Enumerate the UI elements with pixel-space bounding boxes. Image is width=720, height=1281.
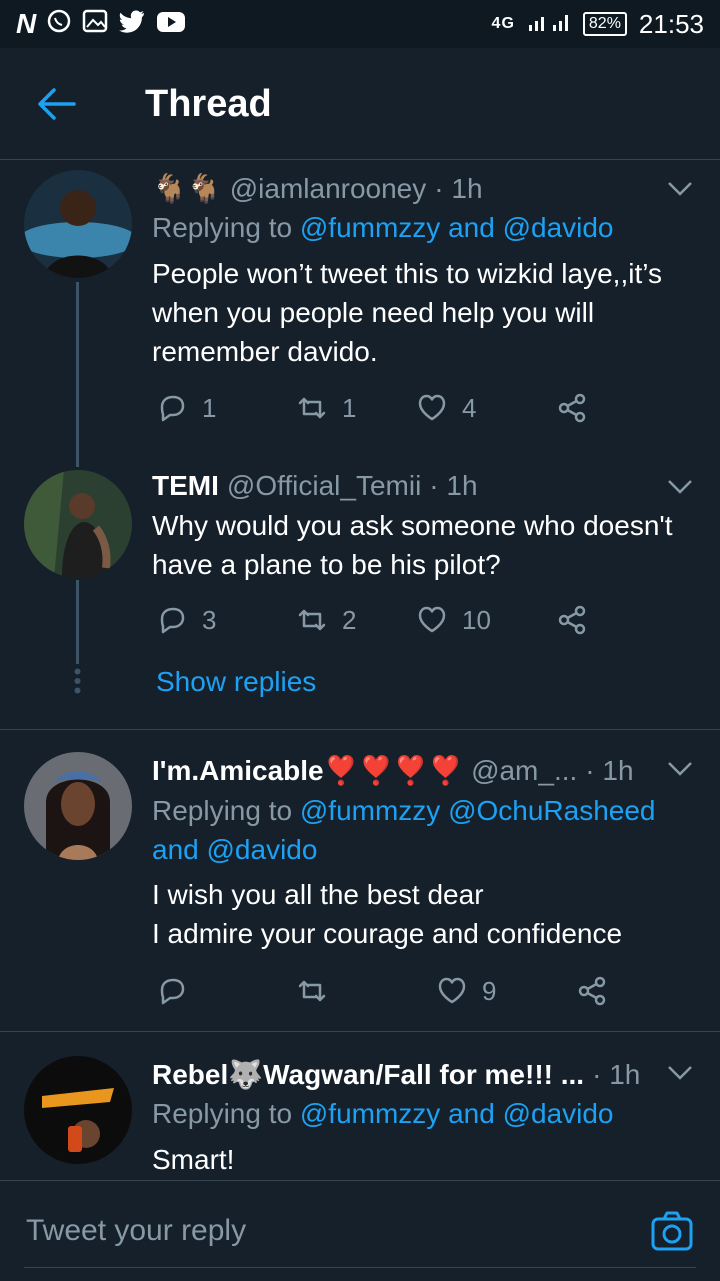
tweet-header: Rebel🐺Wagwan/Fall for me!!! ... · 1h: [152, 1058, 656, 1091]
share-icon: [558, 393, 586, 423]
replying-mentions[interactable]: @fummzzy and @davido: [300, 212, 614, 243]
tweet-actions: 9: [156, 975, 716, 1007]
retweet-button[interactable]: [296, 975, 436, 1007]
thread-line: [76, 580, 79, 664]
share-icon: [578, 976, 606, 1006]
tweet-text: Smart!: [152, 1144, 235, 1175]
retweet-icon: [298, 980, 326, 1002]
display-name[interactable]: 🐐🐐: [152, 172, 222, 205]
handle[interactable]: @Official_Temii: [227, 470, 421, 502]
youtube-icon: [156, 9, 186, 40]
heart-icon: [418, 394, 446, 421]
tweet-amicable[interactable]: I'm.Amicable❣️❣️❣️❣️ @am_... · 1h Replyi…: [0, 730, 720, 1030]
tweet-official-temii[interactable]: TEMI @Official_Temii · 1h Why would you …: [0, 460, 720, 728]
tweet-text: I wish you all the best dear I admire yo…: [152, 879, 623, 949]
battery-indicator: 82%: [582, 12, 627, 36]
tweet-rebel-wagwan[interactable]: Rebel🐺Wagwan/Fall for me!!! ... · 1h Rep…: [0, 1032, 720, 1180]
tweet-header: 🐐🐐 @iamlanrooney · 1h: [152, 172, 650, 205]
handle[interactable]: @am_...: [471, 755, 577, 787]
retweet-button[interactable]: 1: [296, 392, 416, 424]
tweet-header: TEMI @Official_Temii · 1h: [152, 470, 650, 502]
replying-mentions[interactable]: @fummzzy and @davido: [300, 1098, 614, 1129]
gallery-icon: [82, 9, 108, 40]
share-icon: [558, 605, 586, 635]
tweet-text: People won’t tweet this to wizkid laye,,…: [152, 258, 662, 367]
reply-button[interactable]: 3: [156, 604, 296, 636]
tweet-text: Why would you ask someone who doesn't ha…: [152, 510, 673, 580]
like-button[interactable]: 9: [436, 975, 576, 1007]
reply-icon: [160, 607, 185, 634]
retweet-icon: [298, 609, 326, 631]
like-count: 10: [462, 604, 491, 635]
notification-n-icon: N: [16, 8, 37, 39]
reply-composer: [0, 1180, 720, 1281]
share-button[interactable]: [576, 975, 716, 1007]
page-title: Thread: [145, 83, 272, 125]
display-name[interactable]: I'm.Amicable❣️❣️❣️❣️: [152, 754, 463, 787]
display-name[interactable]: Rebel🐺Wagwan/Fall for me!!! ...: [152, 1058, 584, 1091]
chevron-down-icon[interactable]: [666, 180, 694, 198]
reply-icon: [160, 395, 185, 422]
whatsapp-icon: [46, 8, 72, 41]
app-bar: Thread: [0, 48, 720, 160]
more-replies-dots: [74, 668, 81, 699]
avatar[interactable]: [24, 470, 132, 578]
reply-input[interactable]: [24, 1213, 588, 1249]
avatar[interactable]: [24, 752, 132, 860]
tweet-iamlanrooney[interactable]: 🐐🐐 @iamlanrooney · 1h Replying to @fummz…: [0, 160, 720, 467]
replying-to: Replying to @fummzzy @OchuRasheed and @d…: [152, 791, 690, 869]
retweet-icon: [298, 397, 326, 419]
display-name[interactable]: TEMI: [152, 470, 219, 502]
heart-icon: [418, 606, 446, 633]
timestamp: · 1h: [429, 470, 478, 501]
retweet-count: 1: [342, 392, 357, 423]
like-count: 4: [462, 392, 477, 423]
twitter-icon: [118, 9, 146, 40]
like-button[interactable]: 10: [416, 604, 556, 636]
replying-to: Replying to @fummzzy and @davido: [152, 208, 690, 247]
signal-icon: [527, 9, 571, 40]
status-bar: N 4G 82% 21:53: [0, 0, 720, 48]
reply-button[interactable]: [156, 975, 296, 1007]
like-button[interactable]: 4: [416, 392, 556, 424]
reply-input-underline: [24, 1267, 696, 1268]
avatar[interactable]: [24, 1056, 132, 1164]
retweet-button[interactable]: 2: [296, 604, 416, 636]
share-button[interactable]: [556, 392, 696, 424]
chevron-down-icon[interactable]: [666, 478, 694, 496]
chevron-down-icon[interactable]: [666, 760, 694, 778]
status-right: 4G 82% 21:53: [492, 9, 704, 40]
chevron-down-icon[interactable]: [666, 1064, 694, 1082]
retweet-count: 2: [342, 604, 357, 635]
tweet-actions: 3 2 10: [156, 604, 696, 636]
heart-icon: [438, 977, 466, 1004]
replying-to: Replying to @fummzzy and @davido: [152, 1094, 690, 1133]
avatar[interactable]: [24, 170, 132, 278]
camera-icon[interactable]: [650, 1209, 694, 1253]
status-left-icons: N: [16, 8, 186, 41]
tweet-actions: 1 1 4: [156, 392, 696, 424]
reply-icon: [160, 978, 185, 1005]
reply-count: 3: [202, 604, 217, 635]
handle[interactable]: @iamlanrooney: [230, 173, 427, 205]
back-arrow-icon[interactable]: [36, 86, 76, 122]
timestamp: · 1h: [592, 1058, 641, 1090]
replying-prefix: Replying to: [152, 212, 293, 243]
share-button[interactable]: [556, 604, 696, 636]
timestamp: · 1h: [434, 172, 483, 204]
reply-count: 1: [202, 392, 217, 423]
reply-button[interactable]: 1: [156, 392, 296, 424]
tweet-header: I'm.Amicable❣️❣️❣️❣️ @am_... · 1h: [152, 754, 656, 787]
replying-prefix: Replying to: [152, 795, 293, 826]
thread-line: [76, 282, 79, 467]
like-count: 9: [482, 975, 497, 1006]
replying-prefix: Replying to: [152, 1098, 293, 1129]
timestamp: · 1h: [585, 754, 634, 786]
network-type: 4G: [491, 15, 515, 32]
clock: 21:53: [638, 8, 704, 39]
show-replies-link[interactable]: Show replies: [156, 666, 316, 698]
